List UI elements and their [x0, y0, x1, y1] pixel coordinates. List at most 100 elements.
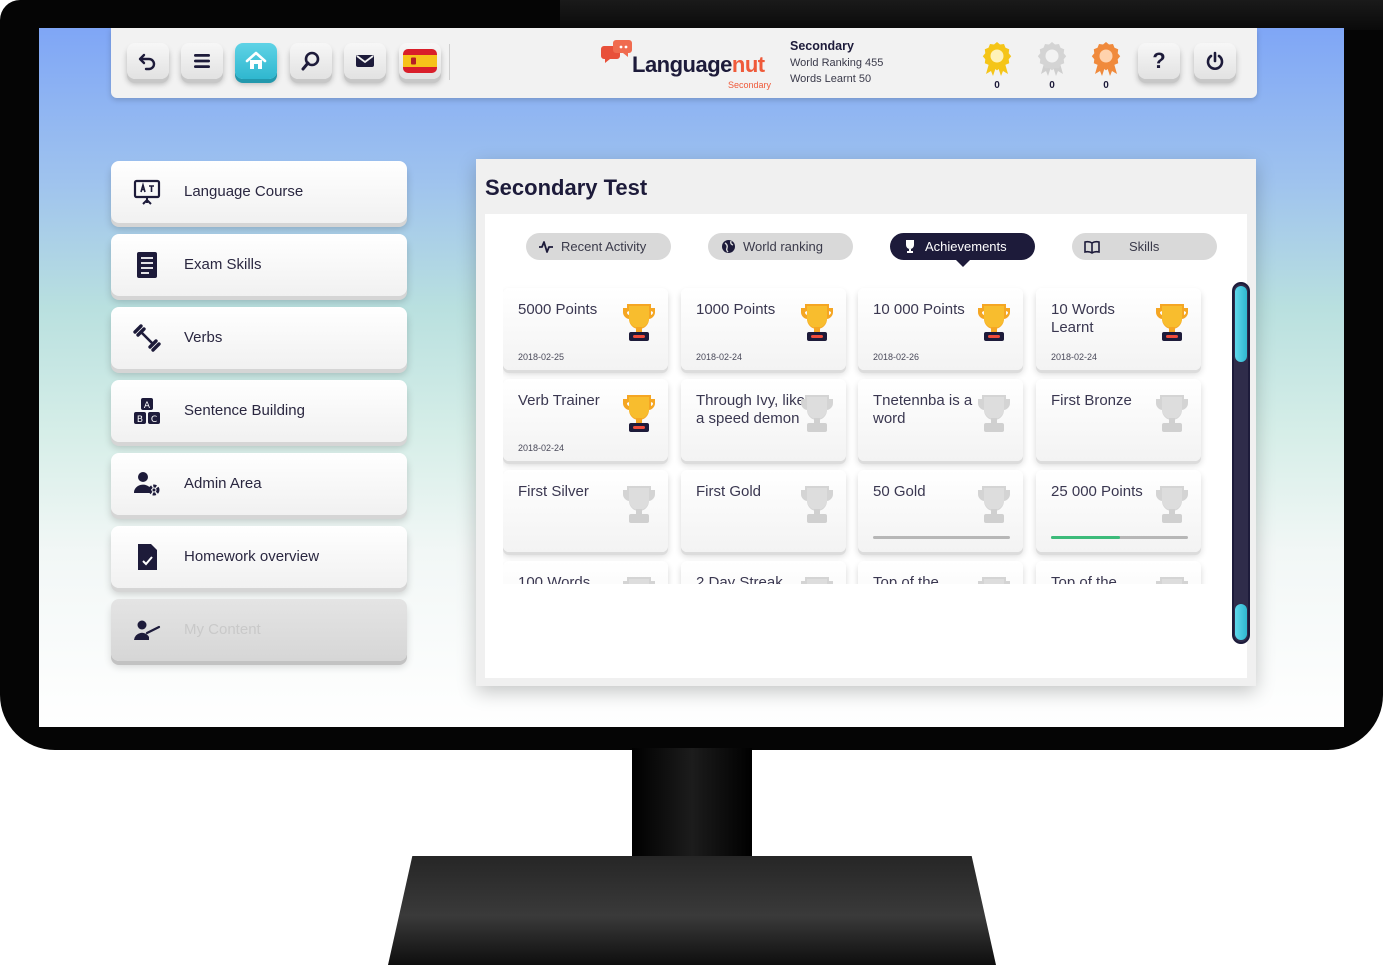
search-button[interactable]: [290, 43, 332, 79]
achievement-card[interactable]: 5000 Points 2018-02-25: [503, 288, 668, 370]
scroll-down-handle[interactable]: [1235, 604, 1247, 640]
achievement-card[interactable]: Verb Trainer 2018-02-24: [503, 379, 668, 461]
locked-trophy-icon: [1154, 482, 1190, 524]
tab-world-ranking[interactable]: World ranking: [708, 233, 853, 260]
achievement-card[interactable]: 50 Gold: [858, 470, 1023, 552]
logo-brand-text: Language: [632, 52, 732, 77]
dumbbell-icon: [131, 322, 163, 354]
gold-medal-count: 0: [994, 80, 1000, 91]
achievement-title: 5000 Points: [518, 301, 598, 318]
achievement-date: 2018-02-24: [518, 443, 565, 453]
locked-trophy-icon: [976, 482, 1012, 524]
sidebar-item-homework-overview[interactable]: Homework overview: [111, 526, 407, 588]
sidebar-item-admin-area[interactable]: Admin Area: [111, 453, 407, 515]
achievement-card[interactable]: Tnetennba is a word: [858, 379, 1023, 461]
achievement-card[interactable]: First Silver: [503, 470, 668, 552]
achievement-card[interactable]: 10 Words Learnt 2018-02-24: [1036, 288, 1201, 370]
tab-label: Recent Activity: [561, 239, 647, 254]
locked-trophy-icon: [976, 573, 1012, 584]
achievement-card[interactable]: 100 Words: [503, 561, 668, 584]
logo-brand-accent: nut: [731, 52, 765, 77]
gold-medal-icon: [982, 42, 1012, 76]
sidebar-item-verbs[interactable]: Verbs: [111, 307, 407, 369]
achievement-card[interactable]: First Gold: [681, 470, 846, 552]
silver-medal[interactable]: 0: [1034, 40, 1070, 92]
tab-label: Achievements: [925, 239, 1007, 254]
book-icon: [1084, 239, 1100, 255]
teacher-icon: [131, 614, 163, 646]
language-flag-button[interactable]: [399, 43, 441, 79]
scroll-thumb[interactable]: [1235, 286, 1247, 362]
sidebar-item-label: Sentence Building: [184, 402, 305, 419]
achievement-progress-bar: [873, 536, 1010, 539]
gold-trophy-icon: [621, 391, 657, 433]
logo-wordmark: Languagenut: [632, 52, 765, 78]
achievements-scrollbar[interactable]: [1232, 282, 1250, 644]
page-title: Secondary Test: [485, 175, 648, 200]
globe-icon: [720, 239, 736, 255]
sidebar-item-language-course[interactable]: Language Course: [111, 161, 407, 223]
sidebar-item-exam-skills[interactable]: Exam Skills: [111, 234, 407, 296]
gold-trophy-icon: [1154, 300, 1190, 342]
tab-label: Skills: [1129, 239, 1160, 254]
achievement-title: 100 Words: [518, 574, 591, 584]
achievement-card[interactable]: 1000 Points 2018-02-24: [681, 288, 846, 370]
home-button[interactable]: [235, 43, 277, 79]
locked-trophy-icon: [621, 482, 657, 524]
mail-icon: [356, 55, 374, 67]
achievement-title: 25 000 Points: [1051, 483, 1143, 500]
power-icon: [1206, 51, 1224, 70]
help-button[interactable]: ?: [1138, 43, 1180, 79]
gold-trophy-icon: [799, 300, 835, 342]
tab-skills[interactable]: Skills: [1072, 233, 1217, 260]
logout-button[interactable]: [1194, 43, 1236, 79]
speech-bubbles-icon: [601, 40, 632, 63]
bronze-medal-icon: [1091, 42, 1121, 76]
sidebar-item-my-content[interactable]: My Content: [111, 599, 407, 661]
spain-flag-icon: [403, 49, 437, 73]
achievement-card[interactable]: 10 000 Points 2018-02-26: [858, 288, 1023, 370]
back-button[interactable]: [127, 43, 169, 79]
sidebar-item-label: My Content: [184, 621, 261, 638]
toolbar-divider: [449, 44, 450, 80]
locked-trophy-icon: [976, 391, 1012, 433]
bronze-medal[interactable]: 0: [1088, 40, 1124, 92]
app-screen: Languagenut Secondary Secondary World Ra…: [39, 28, 1344, 727]
achievement-card[interactable]: Top of the: [1036, 561, 1201, 584]
menu-icon: [194, 54, 210, 68]
logo-subtitle: Secondary: [728, 80, 772, 90]
tab-recent-activity[interactable]: Recent Activity: [526, 233, 671, 260]
achievement-card[interactable]: 2 Day Streak: [681, 561, 846, 584]
achievement-card[interactable]: Top of the: [858, 561, 1023, 584]
profile-panel: Secondary Test Recent Activity World ran…: [476, 159, 1256, 686]
active-tab-pointer: [956, 260, 970, 267]
panel-content: Recent Activity World ranking Achievemen…: [485, 214, 1250, 678]
search-icon: [301, 51, 320, 71]
menu-button[interactable]: [181, 43, 223, 79]
achievement-title: Verb Trainer: [518, 392, 600, 409]
achievement-card[interactable]: 25 000 Points: [1036, 470, 1201, 552]
achievement-progress-fill: [1051, 536, 1120, 539]
achievement-title: First Bronze: [1051, 392, 1132, 409]
sidebar-item-label: Language Course: [184, 183, 304, 200]
monitor-glare: [560, 0, 1383, 30]
profile-name: Secondary: [790, 39, 854, 53]
profile-summary: Secondary World Ranking 455 Words Learnt…: [790, 39, 940, 85]
locked-trophy-icon: [621, 573, 657, 584]
achievement-title: First Silver: [518, 483, 589, 500]
mail-button[interactable]: [344, 43, 386, 79]
sidebar-item-sentence-building[interactable]: ABC Sentence Building: [111, 380, 407, 442]
achievement-title: Top of the: [873, 574, 939, 584]
achievement-card[interactable]: First Bronze: [1036, 379, 1201, 461]
languagenut-logo[interactable]: Languagenut Secondary: [600, 38, 780, 94]
tab-achievements[interactable]: Achievements: [890, 233, 1035, 260]
gold-trophy-icon: [976, 300, 1012, 342]
achievement-card[interactable]: Through Ivy, like a speed demon: [681, 379, 846, 461]
activity-icon: [538, 239, 554, 255]
gold-medal[interactable]: 0: [979, 40, 1015, 92]
achievement-title: Through Ivy, like a speed demon: [696, 392, 805, 427]
achievement-title: Top of the: [1051, 574, 1117, 584]
locked-trophy-icon: [1154, 391, 1190, 433]
monitor-stand-base: [388, 856, 996, 965]
achievement-title: 50 Gold: [873, 483, 926, 500]
